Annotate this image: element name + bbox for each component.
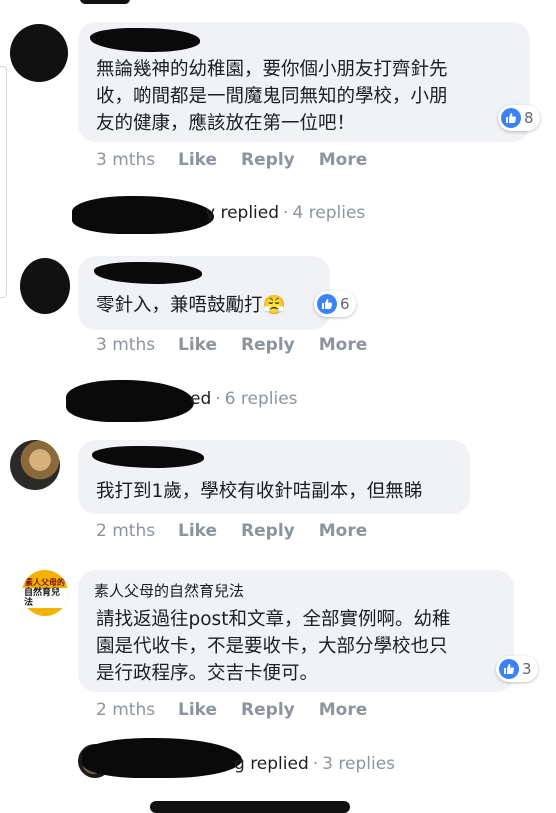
like-button[interactable]: Like bbox=[178, 150, 217, 170]
redaction-mark bbox=[80, 0, 130, 4]
page-avatar-logo[interactable]: 素人父母的 自然育兒法 bbox=[22, 570, 68, 616]
reply-button[interactable]: Reply bbox=[241, 521, 295, 541]
comment-actions: 2 mths Like Reply More bbox=[96, 521, 391, 541]
replies-count: 6 replies bbox=[224, 389, 298, 409]
view-replies-link[interactable]: y replied · 4 replies bbox=[205, 203, 365, 223]
comment-text: 零針入，兼唔鼓勵打😤 bbox=[96, 295, 286, 316]
comment-text: 我打到1歲，學校有收針咭副本，但無睇 bbox=[96, 481, 423, 502]
more-button[interactable]: More bbox=[319, 150, 368, 170]
like-button[interactable]: Like bbox=[178, 335, 217, 355]
emoji: 😤 bbox=[262, 295, 286, 316]
reply-button[interactable]: Reply bbox=[241, 150, 295, 170]
comment-bubble: 無論幾神的幼稚園，要你個小朋友打齊針先 收，啲間都是一間魔鬼同無知的學校，小朋 … bbox=[78, 22, 530, 142]
commenter-name[interactable]: 素人父母的自然育兒法 bbox=[94, 580, 244, 601]
reply-button[interactable]: Reply bbox=[241, 335, 295, 355]
comment-actions: 3 mths Like Reply More bbox=[96, 150, 391, 170]
reaction-badge[interactable]: 6 bbox=[314, 291, 356, 317]
redacted-name bbox=[92, 446, 204, 468]
comment-actions: 3 mths Like Reply More bbox=[96, 335, 391, 355]
comment-text: 請找返過往post和文章，全部實例啊。幼稚 園是代收卡，不是要收卡，大部分學校也… bbox=[96, 609, 451, 684]
like-thumb-icon bbox=[317, 294, 337, 314]
reaction-count: 8 bbox=[524, 109, 534, 127]
redacted-name bbox=[90, 28, 200, 52]
reaction-count: 6 bbox=[340, 295, 350, 313]
reaction-badge[interactable]: 3 bbox=[496, 656, 538, 682]
like-thumb-icon bbox=[501, 108, 521, 128]
more-button[interactable]: More bbox=[319, 521, 368, 541]
like-thumb-icon bbox=[499, 659, 519, 679]
replies-count: 3 replies bbox=[322, 754, 396, 774]
timestamp[interactable]: 2 mths bbox=[96, 521, 178, 541]
replies-count: 4 replies bbox=[292, 203, 366, 223]
more-button[interactable]: More bbox=[319, 335, 368, 355]
avatar[interactable] bbox=[10, 440, 60, 490]
view-replies-link[interactable]: ed · 6 replies bbox=[190, 389, 298, 409]
timestamp[interactable]: 3 mths bbox=[96, 335, 178, 355]
more-button[interactable]: More bbox=[319, 700, 368, 720]
redacted-replier bbox=[82, 738, 242, 778]
like-button[interactable]: Like bbox=[178, 700, 217, 720]
reply-button[interactable]: Reply bbox=[241, 700, 295, 720]
redacted-replier bbox=[66, 380, 194, 422]
reaction-count: 3 bbox=[522, 660, 532, 678]
comment-bubble: 零針入，兼唔鼓勵打😤 bbox=[78, 256, 330, 330]
redacted-replier bbox=[72, 196, 214, 234]
replies-label: y replied bbox=[205, 203, 280, 223]
redaction-mark bbox=[150, 801, 350, 813]
replies-label: ed bbox=[190, 389, 212, 409]
comment-bubble: 素人父母的自然育兒法 請找返過往post和文章，全部實例啊。幼稚 園是代收卡，不… bbox=[78, 570, 514, 692]
like-button[interactable]: Like bbox=[178, 521, 217, 541]
avatar[interactable] bbox=[20, 258, 70, 314]
comment-actions: 2 mths Like Reply More bbox=[96, 700, 391, 720]
view-replies-link[interactable]: g replied · 3 replies bbox=[234, 754, 395, 774]
replies-label: g replied bbox=[234, 754, 309, 774]
reaction-badge[interactable]: 8 bbox=[498, 105, 540, 131]
avatar[interactable] bbox=[10, 24, 68, 82]
comment-text: 無論幾神的幼稚園，要你個小朋友打齊針先 收，啲間都是一間魔鬼同無知的學校，小朋 … bbox=[96, 59, 448, 134]
comment-bubble: 我打到1歲，學校有收針咭副本，但無睇 bbox=[78, 440, 470, 514]
timestamp[interactable]: 2 mths bbox=[96, 700, 178, 720]
redacted-name bbox=[94, 262, 202, 284]
scroll-edge bbox=[0, 66, 7, 298]
timestamp[interactable]: 3 mths bbox=[96, 150, 178, 170]
